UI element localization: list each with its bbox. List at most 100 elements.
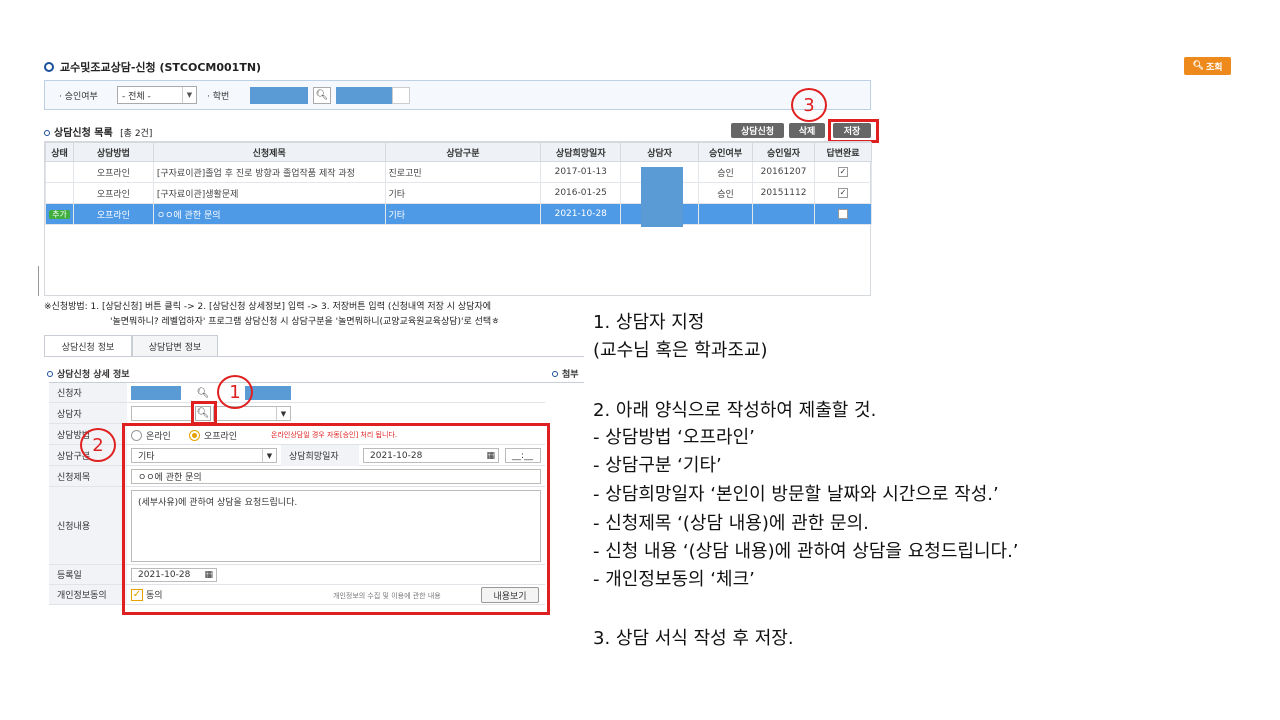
student-search-icon[interactable]: 🔍︎ [313,87,331,104]
row-method: 오프라인 [72,203,154,225]
col-title: 신청제목 [152,142,386,162]
row-method: 오프라인 [72,182,154,204]
done-checkbox[interactable]: ✓ [838,187,848,198]
privacy-label: 개인정보동의 [49,585,127,604]
approval-select[interactable]: - 전체 - ▼ [117,86,197,104]
instruction-line-6: - 상담희망일자 ‘본인이 방문할 날짜와 시간으로 작성.’ [593,484,999,505]
instruction-line-8: - 신청 내용 ‘(상담 내용)에 관하여 상담을 요청드립니다.’ [593,541,1019,562]
chevron-down-icon: ▼ [276,407,290,420]
form-highlight-box [122,423,550,615]
row-category: 기타 [384,203,542,225]
row-title: ㅇㅇ에 관한 문의 [152,203,386,225]
counselor-redacted-block [641,167,683,227]
row-done [814,203,872,225]
row-hope-date: 2016-01-25 [540,182,622,204]
attach-divider [544,382,584,383]
row-status: 추가 [45,203,74,225]
row-approval-date [752,203,815,225]
row-title: [구자료이관]생활문제 [152,182,386,204]
done-checkbox[interactable] [838,208,848,219]
row-category: 기타 [384,182,542,204]
title-bullet-icon [44,62,54,72]
instruction-line-5: - 상담구분 ‘기타’ [593,455,722,476]
row-title: [구자료이관]졸업 후 진로 방향과 졸업작품 제작 과정 [152,161,386,183]
applicant-id-field [131,386,181,400]
row-hope-date: 2017-01-13 [540,161,622,183]
row-hope-date: 2021-10-28 [540,203,622,225]
tab-answer-info[interactable]: 상담답변 정보 [132,335,218,357]
counselor-select[interactable]: ▼ [213,406,291,421]
student-id-label: · 학번 [207,92,230,102]
col-status: 상태 [45,142,74,162]
list-bullet-icon [44,130,50,136]
query-button[interactable]: 🔍︎ 조회 [1184,57,1231,75]
list-count: [총 2건] [120,129,153,139]
row-counselor: 상담자 🔍︎ ▼ [49,403,545,424]
save-highlight-box [828,119,879,143]
row-approval: 승인 [698,161,754,183]
student-name-field-end [392,87,410,104]
student-id-input[interactable] [250,87,308,104]
col-done: 답변완료 [814,142,872,162]
attach-bullet-icon [552,371,558,377]
applicant-label: 신청자 [49,383,127,402]
page-title: 교수및조교상담-신청 (STCOCM001TN) [44,59,261,75]
row-method: 오프라인 [72,161,154,183]
instruction-line-9: - 개인정보동의 ‘체크’ [593,569,755,590]
instruction-line-7: - 신청제목 ‘(상담 내용)에 관한 문의. [593,513,869,534]
col-category: 상담구분 [384,142,542,162]
row-category: 진로고민 [384,161,542,183]
apply-button[interactable]: 상담신청 [731,123,784,138]
instruction-line-10: 3. 상담 서식 작성 후 저장. [593,628,794,649]
table-row[interactable]: 오프라인 [구자료이관]생활문제 기타 2016-01-25 승인 201511… [45,182,872,204]
row-approval-date: 20151112 [752,182,815,204]
approval-label: · 승인여부 [59,92,98,102]
done-checkbox[interactable]: ✓ [838,166,848,177]
tab-divider [44,356,584,357]
attach-title: 첨부 [552,367,579,380]
counselor-label: 상담자 [49,403,127,423]
col-method: 상담방법 [72,142,154,162]
divider [38,266,39,296]
list-grid: 상태 상담방법 신청제목 상담구분 상담희망일자 상담자 승인여부 승인일자 답… [44,141,872,296]
apply-note-line1: ※신청방법: 1. [상담신청] 버튼 클릭 -> 2. [상담신청 상세정보]… [44,302,492,312]
row-status [45,182,74,204]
delete-button[interactable]: 삭제 [789,123,825,138]
col-approval-date: 승인일자 [752,142,815,162]
detail-title: 상담신청 상세 정보 [47,367,130,380]
step-marker-1: 1 [217,375,253,409]
list-title: 상담신청 목록 [총 2건] [44,124,152,139]
detail-bullet-icon [47,371,53,377]
table-row[interactable]: 오프라인 [구자료이관]졸업 후 진로 방향과 졸업작품 제작 과정 진로고민 … [45,161,872,183]
step-marker-2: 2 [80,428,116,462]
tab-apply-info[interactable]: 상담신청 정보 [44,335,132,357]
subject-label: 신청제목 [49,466,127,486]
search-icon: 🔍︎ [1192,61,1204,71]
step-marker-3: 3 [791,88,827,122]
instruction-line-3: 2. 아래 양식으로 작성하여 제출할 것. [593,400,877,421]
student-name-field [336,87,392,104]
row-done: ✓ [814,182,872,204]
counselor-id-input[interactable] [131,406,193,421]
reg-date-label: 등록일 [49,565,127,584]
row-done: ✓ [814,161,872,183]
row-approval-date: 20161207 [752,161,815,183]
col-hope-date: 상담희망일자 [540,142,622,162]
row-approval [698,203,754,225]
grid-header: 상태 상담방법 신청제목 상담구분 상담희망일자 상담자 승인여부 승인일자 답… [45,142,872,162]
row-approval: 승인 [698,182,754,204]
applicant-search-icon[interactable]: 🔍︎ [195,386,211,400]
row-status [45,161,74,183]
instruction-line-4: - 상담방법 ‘오프라인’ [593,427,755,448]
content-label: 신청내용 [49,487,127,564]
status-badge: 추가 [49,209,70,219]
instruction-line-1: 1. 상담자 지정 [593,312,705,333]
apply-note-line2: '놀면뭐하니? 레벨업하자' 프로그램 상담신청 시 상담구분을 '놀면뭐하니(… [110,317,500,327]
col-approval: 승인여부 [698,142,754,162]
counselor-search-highlight [191,401,217,425]
chevron-down-icon: ▼ [182,87,196,103]
instruction-line-2: (교수님 혹은 학과조교) [593,340,768,361]
row-applicant: 신청자 🔍︎ [49,383,545,403]
col-counselor: 상담자 [620,142,700,162]
table-row-selected[interactable]: 추가 오프라인 ㅇㅇ에 관한 문의 기타 2021-10-28 [45,203,872,225]
